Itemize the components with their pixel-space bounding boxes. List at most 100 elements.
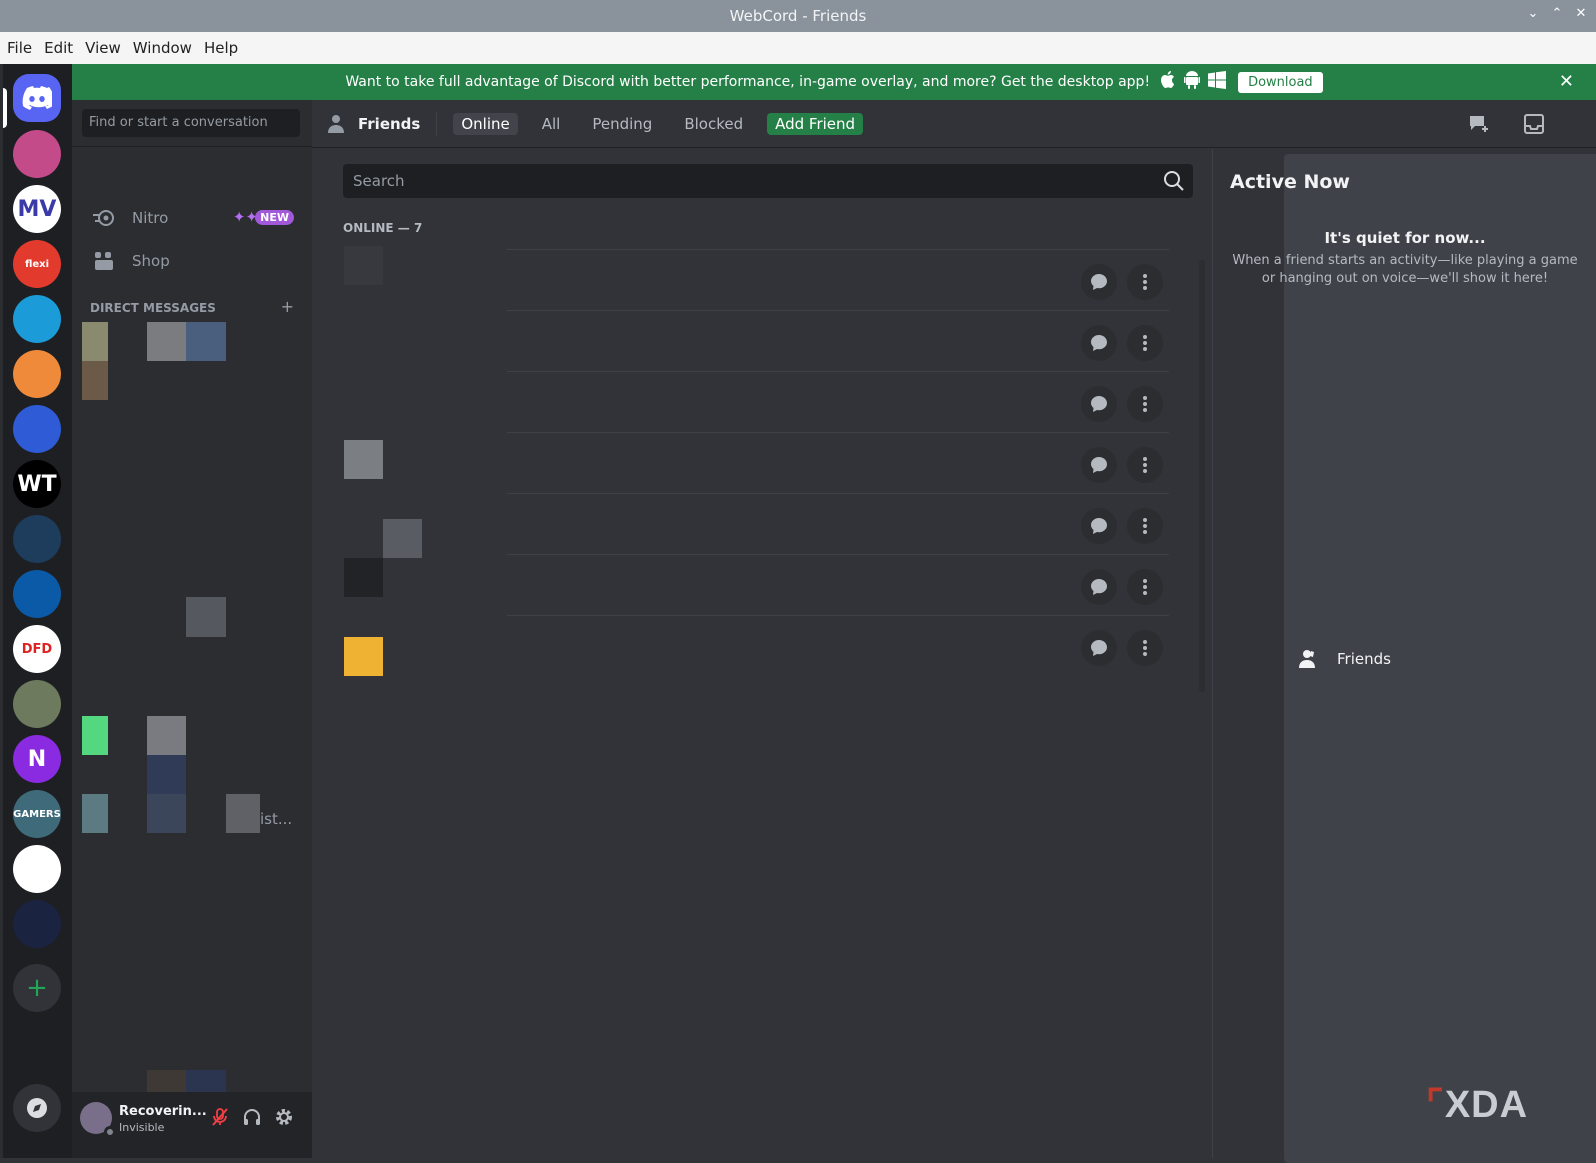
more-options-icon[interactable] bbox=[1127, 386, 1163, 422]
server-icon[interactable] bbox=[13, 405, 61, 453]
menu-help[interactable]: Help bbox=[204, 39, 244, 57]
nav-item-nitro[interactable]: Nitro ✦✦ NEW bbox=[80, 197, 302, 239]
nitro-icon bbox=[92, 206, 116, 230]
message-icon[interactable] bbox=[1081, 386, 1117, 422]
tab-online[interactable]: Online bbox=[453, 112, 518, 135]
dm-redacted-block bbox=[82, 716, 108, 755]
settings-gear-icon[interactable] bbox=[273, 1106, 295, 1128]
server-icon[interactable]: MV bbox=[13, 185, 61, 233]
friends-icon bbox=[326, 112, 350, 136]
explore-button[interactable] bbox=[13, 1084, 61, 1132]
tab-blocked[interactable]: Blocked bbox=[676, 113, 751, 135]
maximize-icon[interactable]: ⌃ bbox=[1550, 6, 1564, 21]
message-icon[interactable] bbox=[1081, 569, 1117, 605]
header-divider bbox=[436, 111, 438, 136]
menu-file[interactable]: File bbox=[7, 39, 38, 57]
server-icon[interactable] bbox=[13, 295, 61, 343]
message-icon[interactable] bbox=[1081, 508, 1117, 544]
window-title: WebCord - Friends bbox=[729, 7, 867, 25]
friend-redacted-avatar bbox=[344, 246, 383, 285]
windows-icon bbox=[1208, 71, 1227, 93]
dm-redacted-block bbox=[82, 361, 108, 400]
tab-all[interactable]: All bbox=[534, 113, 569, 135]
server-icon[interactable] bbox=[13, 570, 61, 618]
inbox-icon[interactable] bbox=[1522, 112, 1546, 136]
direct-messages-header: DIRECT MESSAGES + bbox=[90, 299, 294, 316]
more-options-icon[interactable] bbox=[1127, 508, 1163, 544]
mute-mic-icon[interactable] bbox=[209, 1106, 231, 1128]
more-options-icon[interactable] bbox=[1127, 630, 1163, 666]
window-controls: ⌄ ⌃ ✕ bbox=[1526, 6, 1588, 21]
message-icon[interactable] bbox=[1081, 264, 1117, 300]
server-icon[interactable]: N bbox=[13, 735, 61, 783]
server-label: flexi bbox=[24, 258, 50, 270]
server-icon[interactable]: GAMERS bbox=[13, 790, 61, 838]
server-icon[interactable] bbox=[13, 845, 61, 893]
menu-edit[interactable]: Edit bbox=[44, 39, 79, 57]
dm-redacted-block bbox=[147, 716, 186, 755]
minimize-icon[interactable]: ⌄ bbox=[1526, 6, 1540, 21]
friend-row[interactable] bbox=[507, 371, 1169, 433]
server-label: MV bbox=[17, 196, 57, 222]
download-button[interactable]: Download bbox=[1238, 71, 1323, 93]
more-options-icon[interactable] bbox=[1127, 447, 1163, 483]
create-dm-plus-icon[interactable]: + bbox=[281, 299, 294, 315]
more-options-icon[interactable] bbox=[1127, 264, 1163, 300]
new-group-dm-icon[interactable] bbox=[1466, 112, 1490, 136]
desktop-app-banner: Want to take full advantage of Discord w… bbox=[72, 64, 1596, 100]
tab-pending[interactable]: Pending bbox=[584, 113, 660, 135]
close-window-icon[interactable]: ✕ bbox=[1574, 6, 1588, 21]
user-panel: Recoverin... Invisible bbox=[72, 1092, 312, 1158]
menu-window[interactable]: Window bbox=[133, 39, 198, 57]
server-label: DFD bbox=[21, 641, 53, 657]
add-server-button[interactable]: + bbox=[13, 964, 61, 1012]
dm-sidebar: Find or start a conversation Friends Nit… bbox=[72, 100, 1596, 1163]
friend-row[interactable] bbox=[507, 493, 1169, 555]
selected-pill bbox=[3, 88, 7, 128]
friend-redacted-avatar bbox=[344, 558, 383, 597]
search-icon bbox=[1164, 171, 1184, 191]
dm-truncated-name: ist... bbox=[260, 810, 293, 828]
more-options-icon[interactable] bbox=[1127, 325, 1163, 361]
friends-search-input[interactable]: Search bbox=[343, 164, 1193, 198]
dm-header-label: DIRECT MESSAGES bbox=[90, 301, 216, 315]
home-button[interactable] bbox=[13, 74, 61, 122]
friend-row[interactable] bbox=[507, 432, 1169, 494]
close-banner-icon[interactable]: ✕ bbox=[1559, 71, 1574, 92]
friends-scrollbar[interactable] bbox=[1199, 260, 1205, 692]
server-icon[interactable]: flexi bbox=[13, 240, 61, 288]
nav-item-shop[interactable]: Shop bbox=[80, 240, 302, 282]
server-icon[interactable] bbox=[13, 900, 61, 948]
nav-label: Shop bbox=[132, 252, 170, 270]
header-title: Friends bbox=[358, 114, 421, 133]
server-icon[interactable] bbox=[13, 515, 61, 563]
add-friend-button[interactable]: Add Friend bbox=[767, 112, 864, 135]
dm-redacted-block bbox=[186, 597, 226, 637]
status-indicator bbox=[104, 1126, 116, 1138]
dm-redacted-block bbox=[147, 322, 186, 361]
server-icon[interactable]: DFD bbox=[13, 625, 61, 673]
friend-redacted-avatar bbox=[383, 519, 422, 558]
server-icon[interactable]: WT bbox=[13, 460, 61, 508]
menu-view[interactable]: View bbox=[85, 39, 127, 57]
headphones-icon[interactable] bbox=[241, 1106, 263, 1128]
friend-row[interactable] bbox=[507, 615, 1169, 677]
server-icon[interactable] bbox=[13, 680, 61, 728]
message-icon[interactable] bbox=[1081, 325, 1117, 361]
user-name[interactable]: Recoverin... bbox=[119, 1104, 207, 1119]
friend-redacted-avatar bbox=[344, 637, 383, 676]
server-icon[interactable] bbox=[13, 130, 61, 178]
friend-row[interactable] bbox=[507, 249, 1169, 311]
banner-text: Want to take full advantage of Discord w… bbox=[345, 74, 1151, 90]
server-icon[interactable] bbox=[13, 350, 61, 398]
message-icon[interactable] bbox=[1081, 447, 1117, 483]
friend-row[interactable] bbox=[507, 554, 1169, 616]
conversation-search-input[interactable]: Find or start a conversation bbox=[82, 109, 300, 137]
more-options-icon[interactable] bbox=[1127, 569, 1163, 605]
plus-icon: + bbox=[26, 973, 48, 1003]
server-label: GAMERS bbox=[13, 808, 61, 820]
friend-redacted-avatar bbox=[344, 440, 383, 479]
friend-row[interactable] bbox=[507, 310, 1169, 372]
active-now-panel: Active Now It's quiet for now... When a … bbox=[1212, 149, 1596, 1158]
message-icon[interactable] bbox=[1081, 630, 1117, 666]
